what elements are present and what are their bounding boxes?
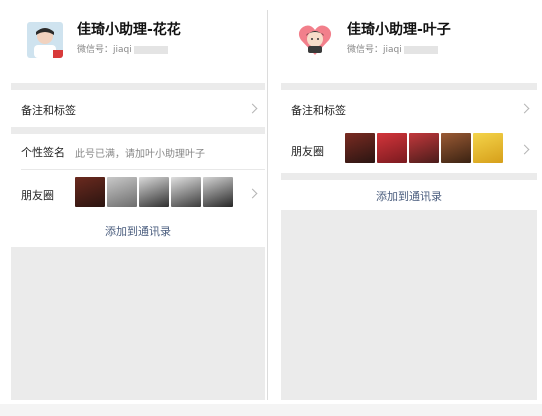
moments-row[interactable]: 朋友圈 (281, 126, 537, 173)
moments-thumbnail (409, 133, 439, 163)
remark-tags-row[interactable]: 备注和标签 (11, 90, 265, 127)
heart-cartoon-avatar-icon (297, 22, 333, 58)
chevron-right-icon (247, 188, 258, 199)
remark-tags-label: 备注和标签 (21, 104, 76, 117)
moments-thumbnail (139, 177, 169, 207)
wechat-id-text: 微信号：jiaqi (77, 45, 132, 55)
moments-thumbnail (75, 177, 105, 207)
add-contact-row[interactable]: 添加到通讯录 (281, 180, 537, 210)
moments-thumbnails (75, 177, 233, 207)
moments-thumbnail (377, 133, 407, 163)
profile-header: 佳琦小助理-花花 微信号：jiaqi (11, 10, 265, 83)
moments-label: 朋友圈 (291, 145, 324, 158)
moments-thumbnail (203, 177, 233, 207)
contact-name: 佳琦小助理-叶子 (347, 22, 451, 38)
moments-thumbnail (107, 177, 137, 207)
wechat-id-text: 微信号：jiaqi (347, 45, 402, 55)
moments-thumbnail (171, 177, 201, 207)
avatar[interactable] (27, 22, 63, 58)
contact-card-left: 佳琦小助理-花花 微信号：jiaqi 备注和标签 个性签名 此号已满，请加叶小助… (11, 10, 265, 400)
add-to-contacts-button[interactable]: 添加到通讯录 (281, 188, 537, 204)
moments-thumbnail (441, 133, 471, 163)
moments-thumbnail (345, 133, 375, 163)
moments-thumbnails (345, 133, 503, 163)
bottom-strip (0, 404, 542, 416)
signature-label: 个性签名 (21, 146, 65, 159)
signature-value: 此号已满，请加叶小助理叶子 (75, 149, 205, 160)
contact-card-right: 佳琦小助理-叶子 微信号：jiaqi 备注和标签 朋友圈 添加到通讯录 (281, 10, 537, 400)
chevron-right-icon (519, 144, 530, 155)
moments-label: 朋友圈 (21, 189, 54, 202)
wechat-id: 微信号：jiaqi (77, 42, 168, 55)
wechat-id-redacted (403, 45, 438, 54)
profile-info-group: 个性签名 此号已满，请加叶小助理叶子 朋友圈 (11, 134, 265, 216)
moments-thumbnail (473, 133, 503, 163)
chevron-right-icon (247, 103, 258, 114)
chevron-right-icon (519, 103, 530, 114)
row-divider (21, 169, 265, 170)
add-contact-row[interactable]: 添加到通讯录 (11, 213, 265, 247)
wechat-id: 微信号：jiaqi (347, 42, 438, 55)
remark-tags-label: 备注和标签 (291, 104, 346, 117)
profile-header: 佳琦小助理-叶子 微信号：jiaqi (281, 10, 537, 83)
contact-name: 佳琦小助理-花花 (77, 22, 181, 38)
avatar-photo-icon (27, 22, 63, 58)
remark-tags-row[interactable]: 备注和标签 (281, 90, 537, 127)
panel-divider (267, 10, 268, 400)
wechat-id-redacted (133, 45, 168, 54)
avatar[interactable] (297, 22, 333, 58)
add-to-contacts-button[interactable]: 添加到通讯录 (11, 223, 265, 239)
